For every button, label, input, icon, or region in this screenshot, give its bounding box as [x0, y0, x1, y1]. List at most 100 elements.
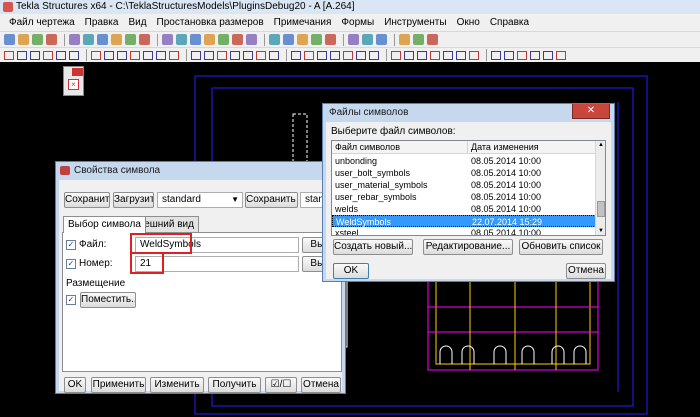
save-as-button[interactable]: Сохранить как	[245, 192, 298, 208]
list-scrollbar[interactable]: ▲ ▼	[595, 141, 605, 235]
dimension-tool-icon[interactable]	[230, 50, 240, 60]
save-icon[interactable]	[32, 34, 43, 45]
arrow-icon[interactable]	[176, 34, 187, 45]
dimension-tool-icon[interactable]	[504, 50, 514, 60]
new-icon[interactable]	[190, 34, 201, 45]
dimension-tool-icon[interactable]	[204, 50, 214, 60]
ok-button[interactable]: OK	[64, 377, 86, 393]
undo-icon[interactable]	[427, 34, 438, 45]
file-checkbox[interactable]: ✓	[66, 240, 76, 250]
get-button[interactable]: Получить	[208, 377, 261, 393]
dimension-tool-icon[interactable]	[104, 50, 114, 60]
dimension-tool-icon[interactable]	[343, 50, 353, 60]
dimension-tool-icon[interactable]	[330, 50, 340, 60]
dimension-tool-icon[interactable]	[304, 50, 314, 60]
place-button[interactable]: Поместить...	[80, 292, 136, 308]
dimension-tool-icon[interactable]	[317, 50, 327, 60]
dimension-tool-icon[interactable]	[556, 50, 566, 60]
zoom-out-icon[interactable]	[125, 34, 136, 45]
menu-view[interactable]: Вид	[123, 17, 151, 28]
redo-icon[interactable]	[246, 34, 257, 45]
dimension-tool-icon[interactable]	[91, 50, 101, 60]
files-ok-button[interactable]: OK	[333, 263, 369, 279]
edit-button[interactable]: Редактирование...	[423, 239, 513, 255]
cancel-button[interactable]: Отмена	[301, 377, 341, 393]
files-dialog-close-button[interactable]: ✕	[572, 104, 610, 119]
create-new-button[interactable]: Создать новый...	[333, 239, 413, 255]
refresh-list-button[interactable]: Обновить список	[519, 239, 603, 255]
help-icon[interactable]	[162, 34, 173, 45]
file-list-row[interactable]: unbonding 08.05.2014 10:00	[332, 155, 596, 167]
toggle-checkboxes-button[interactable]: ☑/☐	[265, 377, 297, 393]
pan-icon[interactable]	[325, 34, 336, 45]
print-icon[interactable]	[283, 34, 294, 45]
dimension-tool-icon[interactable]	[43, 50, 53, 60]
small-window-close-icon[interactable]	[72, 68, 83, 76]
dimension-tool-icon[interactable]	[169, 50, 179, 60]
dimension-tool-icon[interactable]	[517, 50, 527, 60]
redo-icon[interactable]	[69, 34, 80, 45]
new-icon[interactable]	[4, 34, 15, 45]
file-list-row[interactable]: user_material_symbols 08.05.2014 10:00	[332, 179, 596, 191]
symbol-files-list[interactable]: Файл символов Дата изменения unbonding 08…	[331, 140, 606, 236]
column-header-name[interactable]: Файл символов	[332, 141, 468, 154]
zoom-out-icon[interactable]	[311, 34, 322, 45]
dimension-tool-icon[interactable]	[469, 50, 479, 60]
number-checkbox[interactable]: ✓	[66, 259, 76, 269]
scrollbar-down-icon[interactable]: ▼	[597, 228, 605, 235]
help-icon[interactable]	[348, 34, 359, 45]
open-icon[interactable]	[204, 34, 215, 45]
copy-icon[interactable]	[83, 34, 94, 45]
dimension-tool-icon[interactable]	[430, 50, 440, 60]
undo-icon[interactable]	[232, 34, 243, 45]
open-icon[interactable]	[18, 34, 29, 45]
menu-file[interactable]: Файл чертежа	[4, 17, 80, 28]
chevron-down-icon[interactable]: ▼	[231, 193, 239, 207]
menu-dimensioning[interactable]: Простановка размеров	[152, 17, 269, 28]
menu-annotations[interactable]: Примечания	[269, 17, 337, 28]
dimension-tool-icon[interactable]	[256, 50, 266, 60]
dimension-tool-icon[interactable]	[117, 50, 127, 60]
undo-icon[interactable]	[46, 34, 57, 45]
tab-symbol-selection[interactable]: Выбор символа	[63, 216, 146, 233]
menu-shapes[interactable]: Формы	[336, 17, 379, 28]
print-icon[interactable]	[97, 34, 108, 45]
dimension-tool-icon[interactable]	[30, 50, 40, 60]
dimension-tool-icon[interactable]	[291, 50, 301, 60]
dimension-tool-icon[interactable]	[56, 50, 66, 60]
dimension-tool-icon[interactable]	[391, 50, 401, 60]
zoom-in-icon[interactable]	[111, 34, 122, 45]
new-icon[interactable]	[376, 34, 387, 45]
dimension-tool-icon[interactable]	[543, 50, 553, 60]
dimension-tool-icon[interactable]	[217, 50, 227, 60]
copy-icon[interactable]	[269, 34, 280, 45]
pan-icon[interactable]	[139, 34, 150, 45]
dimension-tool-icon[interactable]	[456, 50, 466, 60]
dimension-tool-icon[interactable]	[243, 50, 253, 60]
small-floating-window[interactable]: ×	[63, 66, 84, 96]
modify-button[interactable]: Изменить	[150, 377, 204, 393]
placement-checkbox[interactable]: ✓	[66, 295, 76, 305]
file-list-row[interactable]: xsteel 08.05.2014 10:00	[332, 227, 596, 235]
menu-edit[interactable]: Правка	[80, 17, 124, 28]
menu-tools[interactable]: Инструменты	[379, 17, 451, 28]
apply-button[interactable]: Применить	[91, 377, 146, 393]
file-list-row[interactable]: user_bolt_symbols 08.05.2014 10:00	[332, 167, 596, 179]
save-button[interactable]: Сохранить	[64, 192, 110, 208]
scrollbar-up-icon[interactable]: ▲	[597, 142, 605, 150]
menu-help[interactable]: Справка	[485, 17, 534, 28]
dimension-tool-icon[interactable]	[130, 50, 140, 60]
dimension-tool-icon[interactable]	[356, 50, 366, 60]
dimension-tool-icon[interactable]	[530, 50, 540, 60]
preset-select[interactable]: standard ▼	[157, 192, 243, 208]
dimension-tool-icon[interactable]	[369, 50, 379, 60]
dimension-tool-icon[interactable]	[404, 50, 414, 60]
dimension-tool-icon[interactable]	[69, 50, 79, 60]
dimension-tool-icon[interactable]	[17, 50, 27, 60]
dimension-tool-icon[interactable]	[156, 50, 166, 60]
open-icon[interactable]	[399, 34, 410, 45]
save-icon[interactable]	[218, 34, 229, 45]
dimension-tool-icon[interactable]	[191, 50, 201, 60]
zoom-in-icon[interactable]	[297, 34, 308, 45]
dimension-tool-icon[interactable]	[143, 50, 153, 60]
